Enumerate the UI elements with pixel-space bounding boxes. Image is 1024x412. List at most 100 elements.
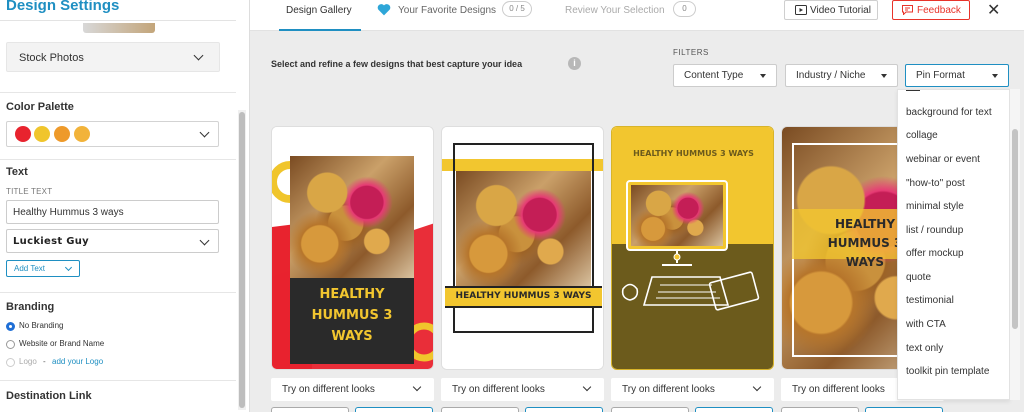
pin-format-option[interactable]: collage [906,130,938,141]
video-tutorial-label: Video Tutorial [810,5,871,16]
tab-design-gallery[interactable]: Design Gallery [279,0,361,31]
chevron-down-icon [64,263,73,272]
menu-item-clipped[interactable] [906,90,920,91]
scrollbar-thumb[interactable] [239,112,245,408]
app-root: Design Settings Stock Photos Color Palet… [0,0,1024,412]
pin-format-filter[interactable]: Pin Format [905,64,1009,87]
hummus-photo [456,171,591,286]
card-action-button[interactable] [355,407,433,412]
design-card[interactable]: HEALTHY HUMMUS 3 WAYS [271,126,434,370]
color-palette-heading: Color Palette [6,101,74,113]
review-count-badge: 0 [673,1,696,17]
industry-niche-filter[interactable]: Industry / Niche [785,64,898,87]
card-action-button[interactable] [441,407,519,412]
content-type-filter[interactable]: Content Type [673,64,777,87]
card-action-button[interactable] [781,407,859,412]
tab-label: Design Gallery [286,5,352,16]
try-looks-dropdown[interactable]: Try on different looks [271,378,434,401]
radio-label: Website or Brand Name [19,339,105,348]
color-swatch [15,126,31,142]
feedback-icon [902,5,913,15]
title-divider [0,20,236,21]
card-action-button[interactable] [611,407,689,412]
card-title: HEALTHY HUMMUS 3 WAYS [455,291,592,301]
try-looks-dropdown[interactable]: Try on different looks [441,378,604,401]
divider [0,159,236,160]
pin-format-option[interactable]: quote [906,272,931,283]
pin-format-option[interactable]: offer mockup [906,248,964,259]
tab-review-selection[interactable]: Review Your Selection 0 [565,0,700,31]
radio-unselected-icon [6,358,15,367]
tab-label: Review Your Selection [565,5,665,16]
hummus-photo [290,156,414,278]
caret-down-icon [992,74,998,78]
design-card[interactable]: HEALTHY HUMMUS 3 WAYS [611,126,774,370]
pin-format-option[interactable]: toolkit pin template [906,366,989,377]
pin-format-option[interactable]: list / roundup [906,225,963,236]
feedback-button[interactable]: Feedback [892,0,970,20]
title-text-input[interactable] [6,200,219,224]
gallery-instruction: Select and refine a few designs that bes… [271,59,523,69]
try-looks-label: Try on different looks [282,384,375,395]
font-select[interactable]: Luckiest Guy [6,229,219,253]
pin-format-option[interactable]: testimonial [906,295,954,306]
filter-label: Content Type [684,70,744,81]
filter-label: Pin Format [916,70,965,81]
card-title: HEALTHY HUMMUS 3 WAYS [311,287,393,344]
radio-selected-icon [6,322,15,331]
video-tutorial-button[interactable]: Video Tutorial [784,0,878,20]
add-text-button[interactable]: Add Text [6,260,80,277]
hummus-photo [631,185,723,246]
color-swatch [54,126,70,142]
pin-format-option[interactable]: text only [906,343,943,354]
pin-format-option[interactable]: background for text [906,107,992,118]
add-text-label: Add Text [14,264,45,273]
heart-icon [377,4,391,16]
add-logo-link[interactable]: add your Logo [52,357,103,366]
menu-scrollbar[interactable] [1010,89,1020,400]
divider [0,92,236,93]
favorites-count-badge: 0 / 5 [502,1,532,17]
design-card[interactable]: HEALTHY HUMMUS 3 WAYS [441,126,604,370]
try-looks-label: Try on different looks [452,384,545,395]
gallery-toolbar: Select and refine a few designs that bes… [250,31,1024,91]
sidebar-scrollbar[interactable] [238,110,246,410]
pin-format-menu: background for text collage webinar or e… [897,89,1010,400]
color-swatch [74,126,90,142]
branding-heading: Branding [6,301,55,313]
radio-unselected-icon [6,340,15,349]
photo-thumbnail-peek[interactable] [83,23,155,33]
pin-format-option[interactable]: minimal style [906,201,964,212]
tab-favorite-designs[interactable]: Your Favorite Designs 0 / 5 [377,0,537,31]
video-icon [795,5,807,15]
pin-format-option[interactable]: with CTA [906,319,946,330]
try-looks-label: Try on different looks [622,384,715,395]
chevron-down-icon [199,127,210,138]
logo-separator: - [43,357,46,366]
chevron-down-icon [193,50,204,61]
card-action-button[interactable] [271,407,349,412]
pin-format-option[interactable]: webinar or event [906,154,980,165]
destination-link-heading: Destination Link [6,390,92,402]
color-palette-select[interactable] [6,121,219,147]
card-action-button[interactable] [865,407,943,412]
card-action-button[interactable] [525,407,603,412]
stock-photos-dropdown[interactable]: Stock Photos [6,42,220,72]
info-icon[interactable]: i [568,57,581,70]
radio-label: No Branding [19,321,64,330]
card-title: HEALTHY HUMMUS 3 WAYS [633,149,754,158]
divider [0,380,236,381]
radio-label: Logo [19,357,37,366]
pin-format-option[interactable]: "how-to" post [906,178,965,189]
scrollbar-thumb[interactable] [1012,129,1018,329]
color-swatch [34,126,50,142]
card-artwork [612,127,773,369]
chevron-down-icon [752,382,762,392]
try-looks-dropdown[interactable]: Try on different looks [611,378,774,401]
design-settings-sidebar: Design Settings Stock Photos Color Palet… [0,0,250,412]
sidebar-title: Design Settings [6,0,120,14]
close-icon[interactable]: ✕ [987,0,1000,20]
caret-down-icon [760,74,766,78]
chevron-down-icon [582,382,592,392]
card-action-button[interactable] [695,407,773,412]
